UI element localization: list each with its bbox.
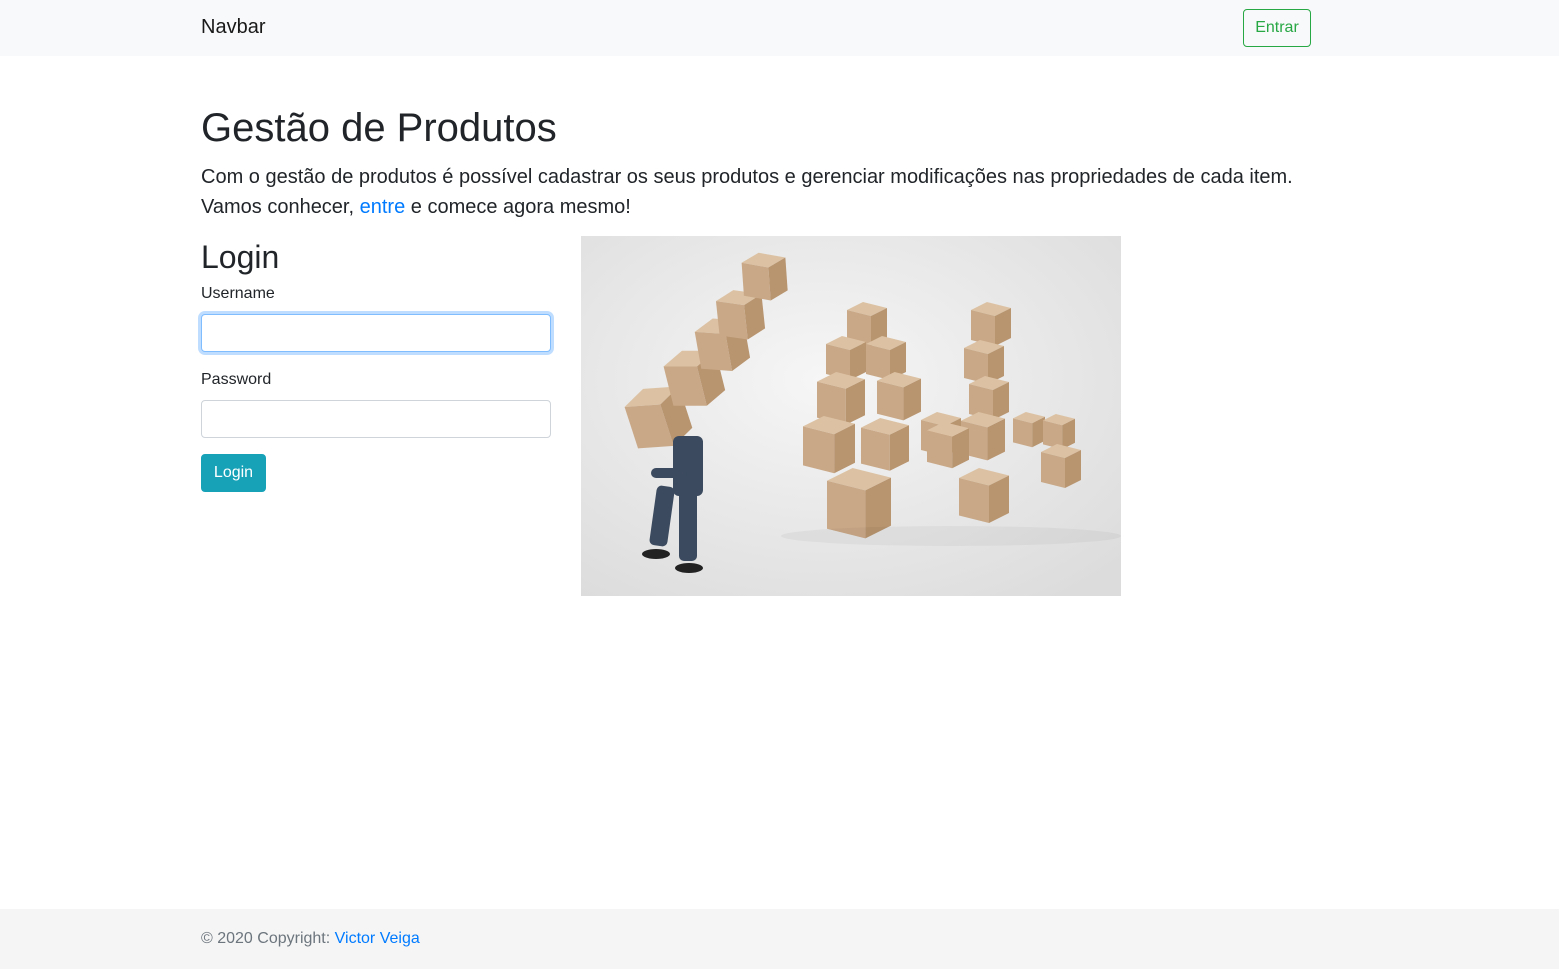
username-input[interactable] [201, 314, 551, 352]
navbar: Navbar Entrar [0, 0, 1559, 56]
page-title: Gestão de Produtos [201, 106, 557, 150]
navbar-brand[interactable]: Navbar [201, 16, 265, 39]
entrar-button[interactable]: Entrar [1243, 9, 1311, 47]
lead-paragraph: Com o gestão de produtos é possível cada… [201, 162, 1311, 222]
footer-copyright: © 2020 Copyright: Victor Veiga [201, 930, 420, 948]
entre-link[interactable]: entre [360, 196, 406, 218]
password-label: Password [201, 371, 272, 388]
boxes-illustration [581, 236, 1121, 596]
footer: © 2020 Copyright: Victor Veiga [0, 909, 1559, 969]
copyright-text: © 2020 Copyright: [201, 930, 335, 947]
author-link[interactable]: Victor Veiga [335, 930, 420, 947]
lead-text-end: e comece agora mesmo! [405, 196, 631, 218]
username-label: Username [201, 285, 275, 302]
login-title: Login [201, 239, 280, 275]
login-button[interactable]: Login [201, 454, 266, 492]
password-input[interactable] [201, 400, 551, 438]
